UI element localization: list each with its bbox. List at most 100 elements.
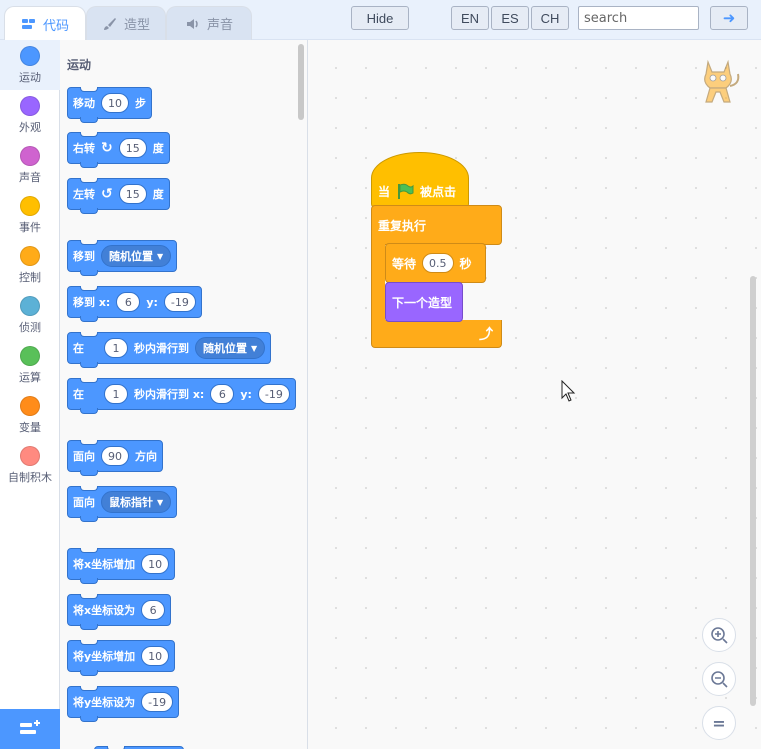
block-text: 被点击: [420, 184, 457, 199]
steps-input[interactable]: 10: [101, 93, 129, 113]
category-motion[interactable]: 运动: [0, 40, 60, 90]
block-text: 在: [73, 342, 84, 355]
block-text: 移到: [73, 250, 95, 263]
category-label: 运算: [19, 371, 41, 384]
block-glide-to[interactable]: 在 1 秒内滑行到 随机位置 ▼: [67, 332, 272, 368]
block-text: 下一个造型: [392, 295, 453, 310]
block-point-direction[interactable]: 面向 90 方向: [67, 440, 163, 476]
category-events[interactable]: 事件: [0, 190, 60, 240]
zoom-in-button[interactable]: [702, 618, 736, 652]
seconds-input[interactable]: 1: [104, 384, 128, 404]
zoom-out-button[interactable]: [702, 662, 736, 696]
extension-icon: [20, 720, 40, 734]
value-input[interactable]: 10: [141, 646, 170, 666]
category-operators[interactable]: 运算: [0, 340, 60, 390]
category-label: 变量: [19, 421, 41, 434]
degrees-input[interactable]: 15: [118, 184, 147, 204]
next-costume-block[interactable]: 下一个造型: [385, 282, 463, 322]
block-text: 面向: [73, 450, 95, 463]
category-sensing[interactable]: 侦测: [0, 290, 60, 340]
language-ch-button[interactable]: CH: [531, 6, 569, 30]
language-en-button[interactable]: EN: [451, 6, 489, 30]
category-motion-dot: [20, 46, 40, 66]
zoom-reset-button[interactable]: =: [702, 706, 736, 740]
sprite-cat-icon: [704, 59, 740, 103]
zoom-out-icon: [711, 671, 728, 688]
language-es-button[interactable]: ES: [491, 6, 529, 30]
block-goto[interactable]: 移到 随机位置 ▼: [67, 240, 178, 276]
hide-button[interactable]: Hide: [351, 6, 409, 30]
block-text: 将y坐标增加: [73, 650, 136, 663]
tab-sound[interactable]: 声音: [166, 6, 252, 40]
script-workspace[interactable]: 当 被点击 重复执行 ⤴ 等待 0.5 秒 下一个造型 =: [308, 40, 761, 749]
value-input[interactable]: -19: [141, 692, 174, 712]
value-input[interactable]: 6: [141, 600, 166, 620]
arrow-right-icon: ➜: [722, 10, 736, 27]
dropdown-value: 鼠标指针: [109, 496, 153, 509]
block-point-towards[interactable]: 面向 鼠标指针 ▼: [67, 486, 178, 522]
category-my-blocks[interactable]: 自制积木: [0, 440, 60, 490]
category-sound-dot: [20, 146, 40, 166]
add-extension-button[interactable]: [0, 709, 60, 749]
tab-sound-label: 声音: [206, 18, 233, 33]
block-turn-left[interactable]: 左转 ↺ 15 度: [67, 178, 170, 214]
wait-block[interactable]: 等待 0.5 秒: [385, 243, 486, 283]
block-set-y[interactable]: 将y坐标设为 -19: [67, 686, 180, 722]
category-control[interactable]: 控制: [0, 240, 60, 290]
category-looks[interactable]: 外观: [0, 90, 60, 140]
wait-seconds-input[interactable]: 0.5: [422, 253, 454, 273]
rotate-right-icon: ↻: [101, 140, 113, 156]
block-text: y:: [146, 295, 158, 309]
category-label: 声音: [19, 171, 41, 184]
category-sound[interactable]: 声音: [0, 140, 60, 190]
seconds-input[interactable]: 1: [104, 338, 128, 358]
block-glide-xy[interactable]: 在 1 秒内滑行到 x: 6 y: -19: [67, 378, 296, 414]
tab-costume-label: 造型: [123, 18, 150, 33]
block-text: 秒内滑行到: [134, 342, 189, 355]
category-looks-dot: [20, 96, 40, 116]
category-sensing-dot: [20, 296, 40, 316]
forever-block[interactable]: 重复执行: [371, 205, 502, 245]
tab-costume[interactable]: 造型: [86, 6, 166, 40]
category-label: 自制积木: [8, 471, 52, 484]
y-input[interactable]: -19: [257, 384, 290, 404]
value-input[interactable]: 10: [141, 554, 170, 574]
category-menu: 运动 外观 声音 事件 控制 侦测 运算 变量 自制积木: [0, 40, 60, 749]
when-flag-clicked-block[interactable]: 当 被点击: [371, 152, 469, 208]
block-text: 秒内滑行到 x:: [134, 388, 205, 401]
block-turn-right[interactable]: 右转 ↻ 15 度: [67, 132, 170, 168]
block-change-y[interactable]: 将y坐标增加 10: [67, 640, 176, 676]
x-input[interactable]: 6: [210, 384, 235, 404]
block-change-x[interactable]: 将x坐标增加 10: [67, 548, 176, 584]
category-my-blocks-dot: [20, 446, 40, 466]
forever-block-bottom: ⤴: [371, 320, 502, 348]
block-text: 步: [135, 97, 146, 110]
workspace-scrollbar[interactable]: [750, 276, 756, 706]
block-text: 移到 x:: [73, 296, 111, 309]
glide-target-dropdown[interactable]: 随机位置 ▼: [195, 337, 266, 359]
category-label: 外观: [19, 121, 41, 134]
y-input[interactable]: -19: [163, 292, 196, 312]
block-text: 方向: [135, 450, 157, 463]
search-input[interactable]: [578, 6, 699, 30]
chevron-down-icon: ▼: [157, 251, 164, 261]
x-input[interactable]: 6: [116, 292, 141, 312]
block-text: 当: [378, 184, 391, 199]
direction-input[interactable]: 90: [101, 446, 129, 466]
tab-code[interactable]: 代码: [4, 6, 86, 41]
search-go-button[interactable]: ➜: [710, 6, 748, 30]
block-move-steps[interactable]: 移动 10 步: [67, 87, 152, 123]
category-label: 侦测: [19, 321, 41, 334]
goto-target-dropdown[interactable]: 随机位置 ▼: [101, 245, 172, 267]
category-operators-dot: [20, 346, 40, 366]
degrees-input[interactable]: 15: [118, 138, 147, 158]
towards-target-dropdown[interactable]: 鼠标指针 ▼: [101, 491, 172, 513]
category-label: 运动: [19, 71, 41, 84]
palette-scrollbar[interactable]: [298, 44, 304, 120]
block-set-x[interactable]: 将x坐标设为 6: [67, 594, 172, 630]
block-goto-xy[interactable]: 移到 x: 6 y: -19: [67, 286, 202, 322]
block-text: 在: [73, 388, 84, 401]
category-variables[interactable]: 变量: [0, 390, 60, 440]
block-palette: 运动 移动 10 步 右转 ↻ 15 度 左转 ↺ 15 度 移到 随机位置 ▼…: [60, 40, 308, 749]
dropdown-value: 随机位置: [109, 250, 153, 263]
